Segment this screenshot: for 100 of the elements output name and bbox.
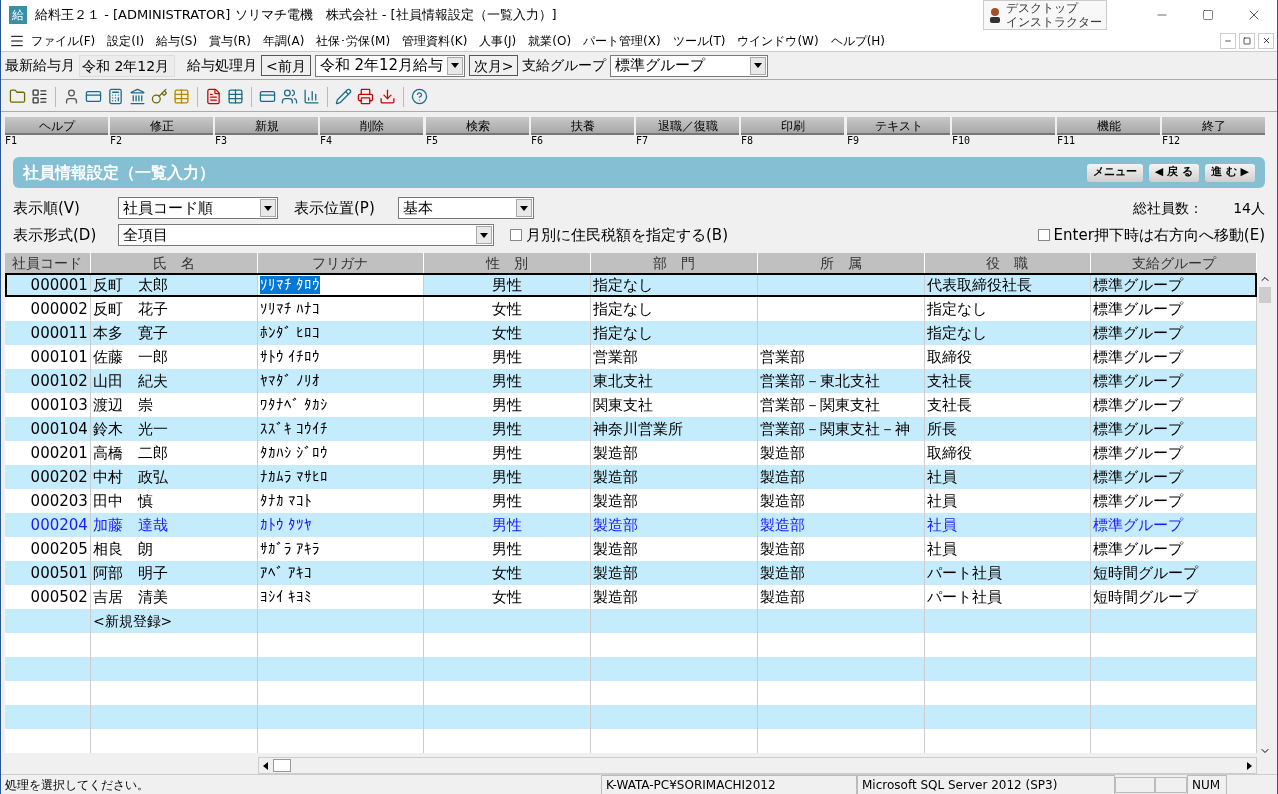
folder-icon[interactable] xyxy=(9,88,26,105)
table-row[interactable]: 000205 相良 朗 ｻｶﾞﾗ ｱｷﾗ 男性 製造部 製造部 社員 標準グループ xyxy=(5,537,1258,561)
table-cell: 加藤 達哉 xyxy=(92,516,168,534)
function-key-label: F1 xyxy=(5,135,18,147)
edit-icon[interactable] xyxy=(335,88,352,105)
table-cell: 山田 紀夫 xyxy=(92,372,168,390)
menu-item[interactable]: 設定(I) xyxy=(101,31,151,50)
next-month-button[interactable]: 次月> xyxy=(468,55,519,76)
sort-order-dropdown[interactable]: 社員コード順 xyxy=(118,197,278,219)
function-key-button[interactable]: ヘルプ xyxy=(5,117,108,135)
nav-button[interactable]: ◀ 戻 る xyxy=(1148,163,1199,182)
menu-item[interactable]: 社保･労保(M) xyxy=(310,31,397,50)
menu-item[interactable]: 賞与(R) xyxy=(203,31,257,50)
table-cell: 男性 xyxy=(492,444,523,462)
function-key-button[interactable]: 機能 xyxy=(1057,117,1160,135)
maximize-icon[interactable] xyxy=(1202,9,1214,21)
table-row[interactable]: 000203 田中 慎 ﾀﾅｶ ﾏｺﾄ 男性 製造部 製造部 社員 標準グループ xyxy=(5,489,1258,513)
menu-item[interactable]: ウインドウ(W) xyxy=(731,31,825,50)
table-cell: 阿部 明子 xyxy=(92,564,168,582)
instructor-label: インストラクター xyxy=(1006,15,1102,29)
chart-icon[interactable] xyxy=(303,88,320,105)
table-cell: 000205 xyxy=(30,540,88,558)
table-row[interactable]: 000103 渡辺 崇 ﾜﾀﾅﾍﾞ ﾀｶｼ 男性 関東支社 営業部－関東支社 支社長 標準グループ xyxy=(5,393,1258,417)
key-icon[interactable] xyxy=(151,88,168,105)
card-icon[interactable] xyxy=(85,88,102,105)
instructor-button[interactable]: デスクトップ インストラクター xyxy=(983,0,1107,30)
checkbox-label: 月別に住民税額を指定する(B) xyxy=(526,224,728,246)
function-key-button[interactable]: 終了 xyxy=(1162,117,1265,135)
panel-title: 社員情報設定（一覧入力） xyxy=(23,161,216,184)
printer-icon[interactable] xyxy=(357,88,374,105)
table-cell: 標準グループ xyxy=(1093,468,1184,486)
menu-item[interactable]: 年調(A) xyxy=(256,31,311,50)
table-cell: 中村 政弘 xyxy=(92,468,168,486)
function-key-button[interactable]: 退職／復職 xyxy=(636,117,739,135)
function-key-button[interactable]: 削除 xyxy=(320,117,423,135)
help-icon[interactable] xyxy=(411,88,428,105)
table-row[interactable]: 000204 加藤 達哉 ｶﾄｳ ﾀﾂﾔ 男性 製造部 製造部 社員 標準グループ xyxy=(5,513,1258,537)
format-dropdown[interactable]: 全項目 xyxy=(118,224,494,246)
table-row[interactable]: 000102 山田 紀夫 ﾔﾏﾀﾞ ﾉﾘｵ 男性 東北支社 営業部－東北支社 支社長 標準グループ xyxy=(5,369,1258,393)
table-cell: 関東支社 xyxy=(593,396,654,414)
checkbox[interactable] xyxy=(1037,229,1050,241)
field-label: 表示形式(D) xyxy=(13,224,98,246)
menu-item[interactable]: 給与(S) xyxy=(150,31,204,50)
people-icon[interactable] xyxy=(281,88,298,105)
table-row[interactable]: 000501 阿部 明子 ｱﾍﾞ ｱｷｺ 女性 製造部 製造部 パート社員 短時間グループ xyxy=(5,561,1258,585)
calculator-icon[interactable] xyxy=(107,88,124,105)
table-row[interactable]: 000201 高橋 二郎 ﾀｶﾊｼ ｼﾞﾛｳ 男性 製造部 製造部 取締役 標準グループ xyxy=(5,441,1258,465)
table-row[interactable]: 000101 佐藤 一郎 ｻﾄｳ ｲﾁﾛｳ 男性 営業部 営業部 取締役 標準グループ xyxy=(5,345,1258,369)
table-row[interactable]: 000002 反町 花子 ｿﾘﾏﾁ ﾊﾅｺ 女性 指定なし 指定なし 標準グループ xyxy=(5,297,1258,321)
table-icon[interactable] xyxy=(227,88,244,105)
table-row[interactable]: 000001 反町 太郎 ｿﾘﾏﾁ ﾀﾛｳ 男性 指定なし 代表取締役社長 標準グループ xyxy=(5,273,1258,297)
table-cell: 社員 xyxy=(926,492,957,510)
function-key-button[interactable]: テキスト xyxy=(847,117,950,135)
table-cell: 指定なし xyxy=(593,276,654,294)
table-cell: 000502 xyxy=(30,588,88,606)
table-cell: 000101 xyxy=(30,348,88,366)
building-icon[interactable] xyxy=(129,88,146,105)
checkbox[interactable] xyxy=(510,229,522,241)
status-database: Microsoft SQL Server 2012 (SP3) xyxy=(857,774,1115,794)
nav-button[interactable]: メニュー xyxy=(1086,163,1143,182)
function-key-button[interactable]: 修正 xyxy=(110,117,213,135)
table-row[interactable]: 000011 本多 寛子 ﾎﾝﾀﾞ ﾋﾛｺ 女性 指定なし 指定なし 標準グループ xyxy=(5,321,1258,345)
table-cell: 標準グループ xyxy=(1093,516,1184,534)
dropdown-icon xyxy=(516,199,532,217)
function-key-button[interactable] xyxy=(952,117,1055,135)
field-label: 給与処理月 xyxy=(187,56,257,75)
table-cell: ｿﾘﾏﾁ ﾊﾅｺ xyxy=(259,300,321,318)
document-icon[interactable] xyxy=(205,88,222,105)
list-icon[interactable] xyxy=(31,88,48,105)
person-icon[interactable] xyxy=(63,88,80,105)
new-entry-row[interactable]: <新規登録> xyxy=(92,613,173,629)
table-cell: 短時間グループ xyxy=(1093,588,1199,606)
table-row[interactable]: 000202 中村 政弘 ﾅｶﾑﾗ ﾏｻﾋﾛ 男性 製造部 製造部 社員 標準グループ xyxy=(5,465,1258,489)
function-key-button[interactable]: 扶養 xyxy=(531,117,634,135)
card-icon[interactable] xyxy=(259,88,276,105)
scroll-thumb[interactable] xyxy=(1259,287,1271,303)
table-row[interactable]: 000104 鈴木 光一 ｽｽﾞｷ ｺｳｲﾁ 男性 神奈川営業所 営業部－関東支社－神 所長 標準グループ xyxy=(5,417,1258,441)
menu-item[interactable]: 就業(O) xyxy=(522,31,578,50)
prev-month-button[interactable]: <前月 xyxy=(261,55,311,76)
process-month-dropdown[interactable]: 令和 2年12月給与 xyxy=(314,54,465,77)
field-label: 支給グループ xyxy=(522,56,607,75)
menu-item[interactable]: 人事(J) xyxy=(473,31,523,50)
menu-item[interactable]: ヘルプ(H) xyxy=(824,31,892,50)
menu-item[interactable]: ファイル(F) xyxy=(25,31,102,50)
position-dropdown[interactable]: 基本 xyxy=(398,197,534,219)
menu-item[interactable]: 管理資料(K) xyxy=(396,31,474,50)
group-dropdown[interactable]: 標準グループ xyxy=(610,54,769,77)
horizontal-scrollbar[interactable] xyxy=(258,757,1257,774)
nav-button[interactable]: 進 む ▶ xyxy=(1204,163,1255,182)
grid-icon[interactable] xyxy=(173,88,190,105)
scroll-thumb[interactable] xyxy=(273,759,291,772)
table-row[interactable]: 000502 吉居 清美 ﾖｼｲ ｷﾖﾐ 女性 製造部 製造部 パート社員 短時間グループ xyxy=(5,585,1258,609)
close-button[interactable] xyxy=(1258,32,1274,49)
menu-item[interactable]: ツール(T) xyxy=(666,31,732,50)
function-key-button[interactable]: 新規 xyxy=(215,117,318,135)
menu-item[interactable]: パート管理(X) xyxy=(577,31,667,50)
table-cell: 標準グループ xyxy=(1093,420,1184,438)
function-key-button[interactable]: 印刷 xyxy=(741,117,844,135)
function-key-button[interactable]: 検索 xyxy=(426,117,529,135)
download-icon[interactable] xyxy=(379,88,396,105)
